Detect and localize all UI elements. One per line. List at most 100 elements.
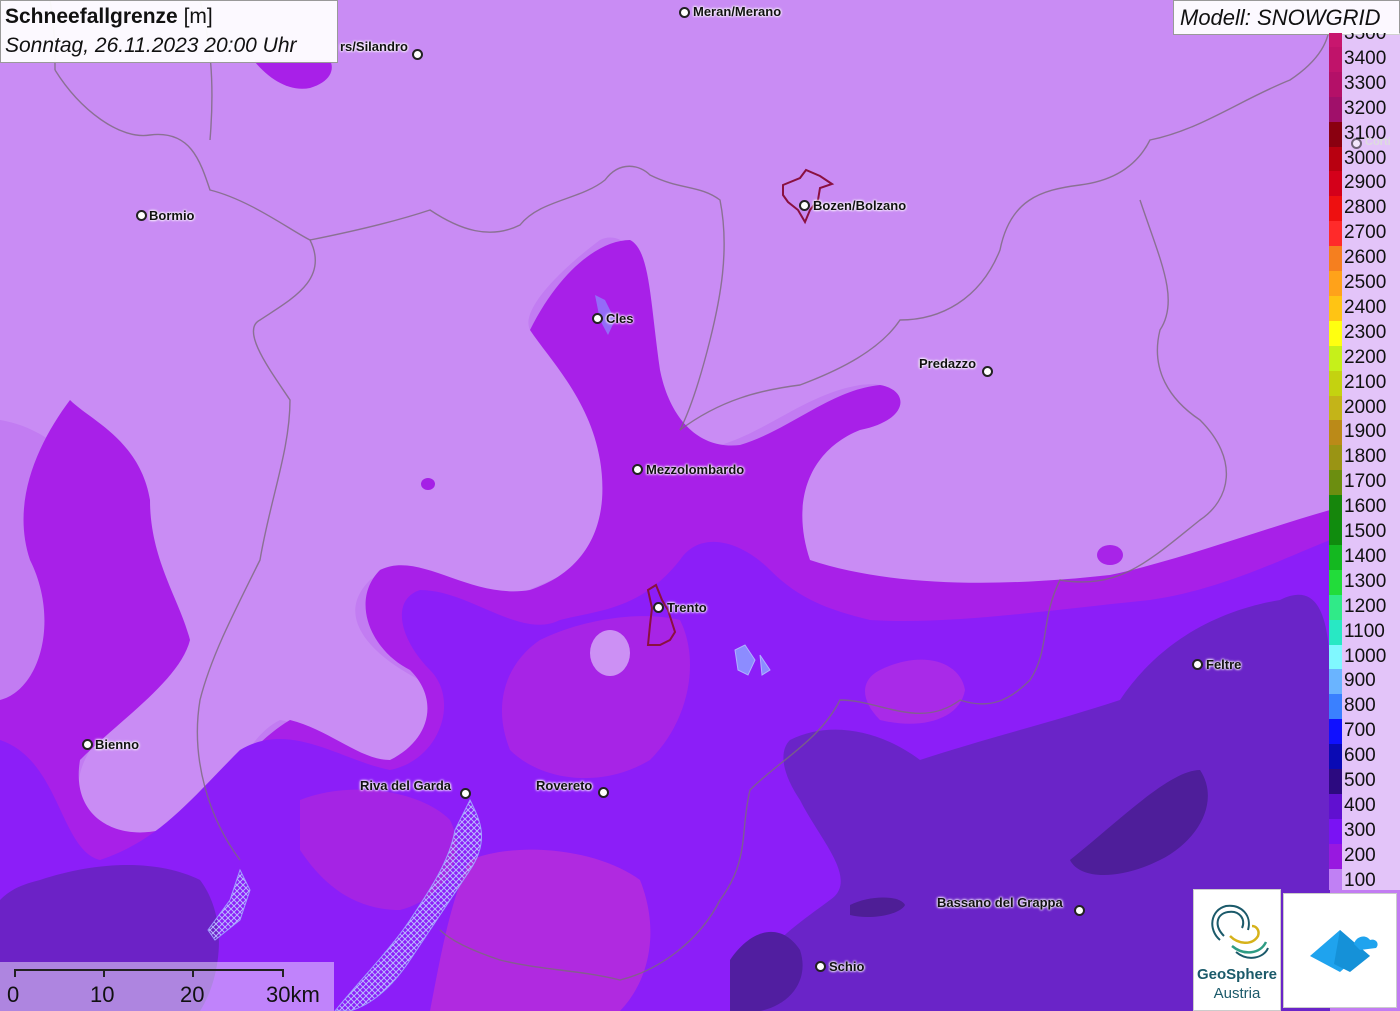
city-label[interactable]: Bozen/Bolzano	[813, 198, 906, 213]
geosphere-name: GeoSphere	[1196, 966, 1278, 983]
city-label[interactable]: Feltre	[1206, 657, 1241, 672]
legend-label: 700	[1344, 720, 1376, 742]
legend-swatch	[1329, 445, 1342, 471]
legend-swatch	[1329, 769, 1342, 794]
legend-item: 3300	[1329, 71, 1400, 97]
scale-label-0: 0	[7, 982, 20, 1007]
city-marker[interactable]	[632, 464, 643, 475]
legend-item: 3000	[1329, 146, 1400, 172]
city-marker[interactable]	[82, 739, 93, 750]
city-marker[interactable]	[982, 366, 993, 377]
geosphere-swirl-icon	[1211, 904, 1269, 959]
legend-swatch	[1329, 221, 1342, 247]
legend-item: 1000	[1329, 644, 1400, 670]
legend-item: 1600	[1329, 495, 1400, 521]
city-marker[interactable]	[1192, 659, 1203, 670]
legend-item: 900	[1329, 669, 1400, 695]
legend-item: 2600	[1329, 246, 1400, 272]
scale-label-20: 20	[180, 982, 205, 1007]
legend-item: 2100	[1329, 370, 1400, 396]
app-logo[interactable]	[1283, 893, 1397, 1008]
legend-item: 3400	[1329, 46, 1400, 72]
city-label[interactable]: Predazzo	[919, 356, 976, 371]
city-marker[interactable]	[460, 788, 471, 799]
legend-label: 1400	[1344, 545, 1387, 567]
city-marker[interactable]	[1351, 138, 1362, 149]
legend-item: 3500	[1329, 33, 1400, 47]
legend-label: 2400	[1344, 296, 1387, 318]
legend-swatch	[1329, 271, 1342, 296]
scale-tick	[14, 969, 16, 977]
legend-swatch	[1329, 495, 1342, 521]
legend-item: 3200	[1329, 96, 1400, 122]
city-label[interactable]: Trento	[667, 600, 707, 615]
legend-item: 2400	[1329, 295, 1400, 321]
snowfall-map[interactable]	[0, 0, 1400, 1011]
city-label[interactable]: Mezzolombardo	[646, 462, 744, 477]
legend-swatch	[1329, 246, 1342, 272]
city-label[interactable]: Bormio	[149, 208, 195, 223]
scale-tick	[192, 969, 194, 977]
legend-swatch	[1329, 843, 1342, 869]
city-label[interactable]: Bassano del Grappa	[937, 895, 1063, 910]
color-legend: 3500 3400 3300 3200 3100 3000 2900 2800 2700 2600…	[1329, 33, 1400, 890]
city-label[interactable]: Schio	[829, 959, 864, 974]
legend-swatch	[1329, 520, 1342, 545]
city-marker[interactable]	[412, 49, 423, 60]
legend-swatch	[1329, 868, 1342, 890]
city-marker[interactable]	[598, 787, 609, 798]
legend-item: 2500	[1329, 271, 1400, 296]
legend-label: 3400	[1344, 47, 1387, 69]
scale-bar: 0 10 20 30km	[0, 962, 334, 1011]
model-label: Modell: SNOWGRID	[1173, 0, 1400, 35]
city-marker[interactable]	[799, 200, 810, 211]
legend-label: 2300	[1344, 321, 1387, 343]
city-marker[interactable]	[679, 7, 690, 18]
legend-item: 100	[1329, 868, 1400, 890]
legend-item: 2200	[1329, 345, 1400, 371]
scale-tick	[282, 969, 284, 977]
legend-swatch	[1329, 33, 1342, 47]
legend-label: 2700	[1344, 222, 1387, 244]
city-label[interactable]: Cles	[606, 311, 633, 326]
legend-swatch	[1329, 644, 1342, 670]
legend-label: 900	[1344, 670, 1376, 692]
light-blob	[590, 630, 630, 676]
legend-label: 300	[1344, 819, 1376, 841]
legend-swatch	[1329, 196, 1342, 222]
legend-swatch	[1329, 694, 1342, 720]
legend-label: 600	[1344, 745, 1376, 767]
legend-label: 2000	[1344, 396, 1387, 418]
legend-item: 2000	[1329, 395, 1400, 421]
scale-label-30km: 30km	[266, 982, 320, 1007]
legend-swatch	[1329, 370, 1342, 396]
legend-label: 3300	[1344, 72, 1387, 94]
light-blob	[421, 478, 435, 490]
city-label[interactable]: Bienno	[95, 737, 139, 752]
legend-swatch	[1329, 793, 1342, 819]
legend-item: 700	[1329, 719, 1400, 745]
title-bold: Schneefallgrenze	[5, 5, 178, 28]
city-marker[interactable]	[653, 602, 664, 613]
legend-item: 400	[1329, 793, 1400, 819]
legend-swatch	[1329, 744, 1342, 770]
legend-label: 1000	[1344, 645, 1387, 667]
legend-label: 100	[1344, 869, 1376, 890]
legend-label: 1200	[1344, 595, 1387, 617]
city-label[interactable]: Meran/Merano	[693, 4, 781, 19]
legend-label: 3500	[1344, 33, 1387, 44]
city-label[interactable]: rs/Silandro	[340, 39, 408, 54]
city-marker[interactable]	[815, 961, 826, 972]
scale-line	[14, 969, 283, 971]
legend-swatch	[1329, 619, 1342, 645]
legend-label: 1900	[1344, 421, 1387, 443]
city-marker[interactable]	[592, 313, 603, 324]
city-marker[interactable]	[1074, 905, 1085, 916]
city-label[interactable]: Riva del Garda	[360, 778, 451, 793]
legend-item: 1200	[1329, 594, 1400, 620]
geosphere-logo[interactable]: GeoSphere Austria	[1193, 889, 1281, 1011]
city-label[interactable]: Rovereto	[536, 778, 592, 793]
city-label[interactable]: Corti	[1365, 136, 1391, 148]
city-marker[interactable]	[136, 210, 147, 221]
legend-swatch	[1329, 669, 1342, 695]
